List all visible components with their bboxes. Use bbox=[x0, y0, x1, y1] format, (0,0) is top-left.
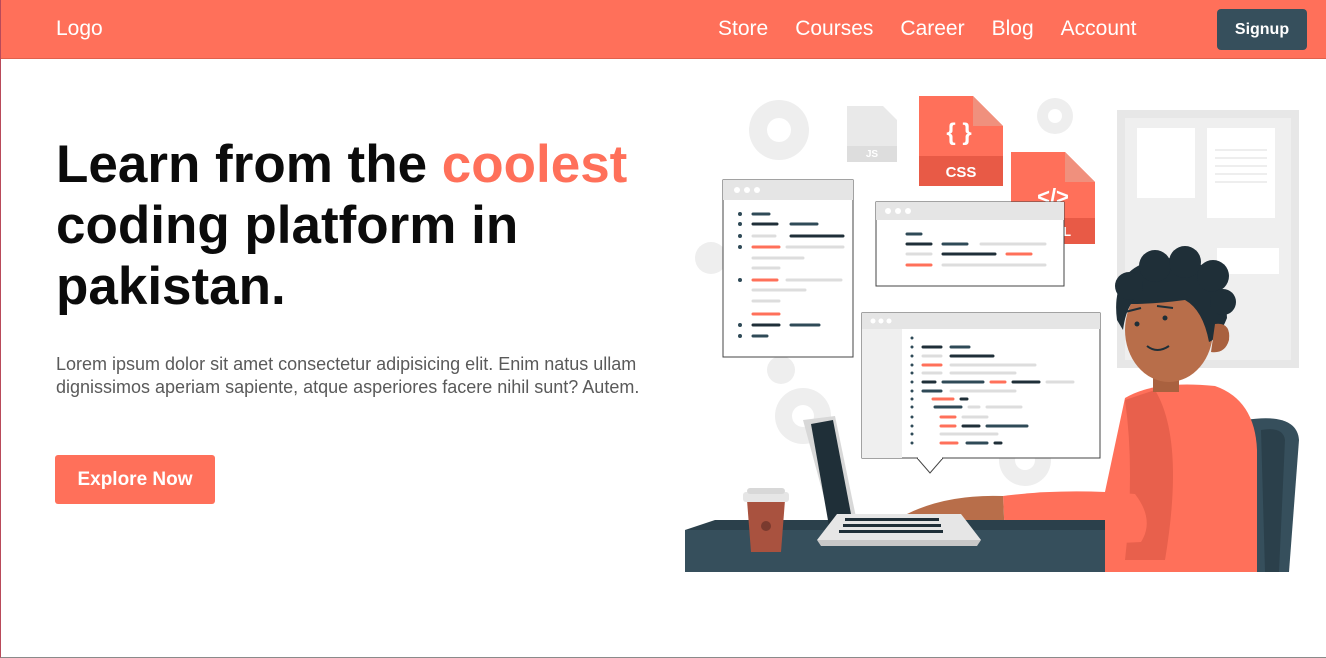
nav-link-blog[interactable]: Blog bbox=[992, 17, 1034, 41]
js-file-icon: JS bbox=[847, 106, 897, 162]
nav-link-account[interactable]: Account bbox=[1061, 17, 1137, 41]
explore-now-button[interactable]: Explore Now bbox=[55, 455, 215, 504]
css-file-icon: { } CSS bbox=[919, 96, 1003, 186]
code-window-large bbox=[861, 312, 1101, 474]
nav-link-courses[interactable]: Courses bbox=[795, 17, 873, 41]
hero-illustration: JS { } CSS </> HTML bbox=[685, 96, 1299, 572]
logo-link[interactable]: Logo bbox=[56, 17, 103, 41]
hero-title: Learn from the coolest coding platform i… bbox=[56, 134, 696, 317]
navbar: Logo Store Courses Career Blog Account S… bbox=[1, 0, 1326, 59]
nav-link-career[interactable]: Career bbox=[900, 17, 964, 41]
hero-title-part1: Learn from the bbox=[56, 135, 442, 194]
nav-link-store[interactable]: Store bbox=[718, 17, 768, 41]
code-window-middle bbox=[875, 201, 1065, 287]
hero-title-part2: coding platform in pakistan. bbox=[56, 196, 519, 316]
css-file-label: CSS bbox=[946, 164, 977, 181]
js-file-label: JS bbox=[866, 149, 879, 160]
signup-button[interactable]: Signup bbox=[1217, 9, 1307, 50]
code-window-left bbox=[722, 179, 854, 358]
nav-links: Store Courses Career Blog Account bbox=[718, 17, 1164, 41]
hero-title-accent: coolest bbox=[441, 135, 628, 194]
hero-description: Lorem ipsum dolor sit amet consectetur a… bbox=[56, 354, 640, 397]
svg-text:{ }: { } bbox=[946, 119, 971, 146]
